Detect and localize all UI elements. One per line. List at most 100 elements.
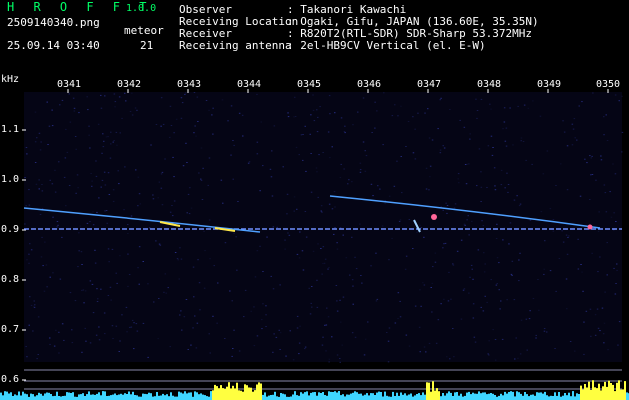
level-bar	[524, 392, 526, 400]
noise-speck	[328, 203, 331, 205]
level-bar	[432, 381, 434, 400]
noise-speck	[474, 341, 477, 343]
antenna-value: : 2el-HB9CV Vertical (el. E-W)	[287, 39, 486, 52]
noise-speck	[472, 317, 475, 319]
noise-speck	[74, 300, 77, 302]
level-bar	[126, 394, 128, 400]
noise-speck	[520, 137, 523, 139]
level-bar	[416, 394, 418, 400]
level-bar	[546, 395, 548, 400]
level-bar	[266, 396, 268, 400]
noise-speck	[486, 301, 488, 303]
noise-speck	[519, 203, 522, 205]
level-bar	[446, 393, 448, 400]
level-bar	[622, 389, 624, 400]
noise-speck	[600, 155, 602, 157]
level-bar	[8, 393, 10, 400]
noise-speck	[58, 352, 60, 354]
noise-speck	[305, 236, 308, 238]
level-bar	[248, 387, 250, 400]
level-bar	[226, 386, 228, 400]
noise-speck	[285, 355, 287, 357]
level-bar	[548, 396, 550, 400]
noise-speck	[429, 176, 431, 178]
noise-speck	[269, 168, 272, 170]
noise-speck	[344, 132, 346, 134]
noise-speck	[173, 176, 175, 178]
noise-speck	[434, 261, 437, 263]
noise-speck	[232, 178, 234, 180]
noise-speck	[359, 162, 362, 164]
level-bar	[316, 395, 318, 400]
noise-speck	[472, 303, 475, 305]
noise-speck	[500, 169, 503, 171]
noise-speck	[560, 163, 562, 165]
noise-speck	[562, 241, 565, 243]
noise-speck	[114, 106, 116, 108]
noise-speck	[112, 200, 115, 202]
level-bar	[84, 396, 86, 400]
level-bar	[198, 394, 200, 400]
noise-speck	[193, 296, 195, 298]
noise-speck	[262, 271, 264, 272]
level-bar	[180, 392, 182, 400]
noise-speck	[81, 289, 83, 291]
noise-speck	[397, 292, 400, 294]
level-bar	[422, 392, 424, 400]
noise-speck	[456, 250, 459, 252]
level-bar	[206, 396, 208, 400]
noise-speck	[342, 234, 344, 236]
x-tick-label: 0343	[177, 79, 202, 90]
noise-speck	[159, 244, 162, 246]
noise-speck	[581, 101, 583, 103]
noise-speck	[363, 354, 366, 356]
level-bar	[186, 393, 188, 400]
level-bar	[484, 392, 486, 400]
noise-speck	[414, 128, 416, 130]
noise-speck	[127, 253, 129, 255]
noise-speck	[119, 340, 121, 342]
level-bar	[414, 395, 416, 400]
noise-speck	[468, 163, 470, 165]
noise-speck	[256, 141, 259, 143]
noise-speck	[164, 158, 166, 160]
level-bar	[302, 393, 304, 400]
noise-speck	[320, 205, 323, 207]
noise-speck	[583, 321, 585, 323]
level-bar	[66, 392, 68, 400]
noise-speck	[473, 336, 476, 338]
noise-speck	[300, 134, 303, 136]
noise-speck	[36, 358, 38, 360]
noise-speck	[298, 257, 301, 259]
level-bar	[396, 392, 398, 400]
level-bar	[512, 391, 514, 400]
noise-speck	[172, 215, 174, 217]
level-bar	[308, 395, 310, 400]
noise-speck	[28, 324, 30, 326]
level-bar	[264, 392, 266, 400]
noise-speck	[304, 211, 307, 212]
noise-speck	[372, 195, 374, 197]
level-bar	[30, 393, 32, 400]
noise-speck	[544, 240, 546, 242]
noise-speck	[571, 144, 574, 146]
noise-speck	[110, 131, 112, 133]
noise-speck	[507, 184, 510, 185]
noise-speck	[79, 225, 81, 227]
noise-speck	[586, 162, 588, 164]
noise-speck	[58, 331, 60, 333]
level-bar	[24, 393, 26, 400]
noise-speck	[193, 132, 195, 134]
noise-speck	[209, 258, 211, 260]
level-bar	[16, 395, 18, 400]
noise-speck	[568, 235, 570, 237]
level-bar	[454, 392, 456, 400]
level-bar	[340, 395, 342, 400]
antenna-key: Receiving antenna	[179, 39, 292, 52]
level-bar	[6, 391, 8, 400]
level-bar	[582, 389, 584, 400]
noise-speck	[359, 171, 362, 173]
level-bar	[336, 392, 338, 400]
noise-speck	[63, 176, 66, 178]
noise-speck	[498, 289, 500, 291]
